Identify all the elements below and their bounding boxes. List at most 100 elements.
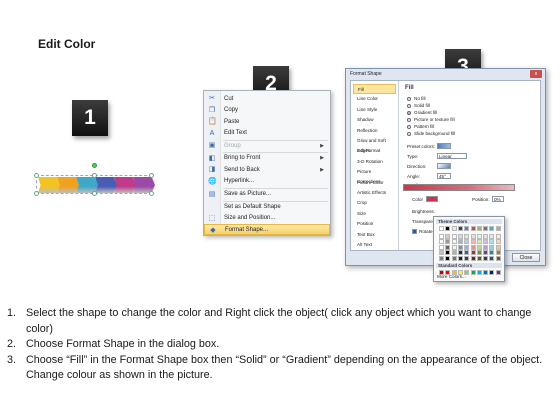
close-icon[interactable]: x [530,70,542,78]
standard-color-swatch[interactable] [445,270,451,275]
color-swatch[interactable] [476,239,482,245]
color-swatch[interactable] [451,256,457,261]
color-swatch[interactable] [483,226,489,231]
color-swatch[interactable] [489,244,495,250]
category-position[interactable]: Position [353,219,396,229]
color-button[interactable] [426,196,438,202]
category-glow-and-soft-edges[interactable]: Glow and Soft Edges [353,136,396,153]
standard-color-swatch[interactable] [495,270,501,275]
category-reflection[interactable]: Reflection [353,126,396,136]
color-swatch[interactable] [470,250,476,256]
menu-item-send-to-back[interactable]: ◨ Send to Back ▶ [204,164,330,175]
menu-item-save-as-picture[interactable]: ▤ Save as Picture... [204,189,330,200]
color-swatch[interactable] [464,233,470,239]
resize-handle[interactable] [149,173,154,178]
category-3-d-format[interactable]: 3-D Format [353,146,396,156]
color-swatch[interactable] [445,256,451,261]
color-swatch[interactable] [464,226,470,231]
color-swatch[interactable] [451,233,457,239]
category-size[interactable]: Size [353,209,396,219]
color-swatch[interactable] [439,250,444,256]
preset-colors-button[interactable] [437,143,451,149]
category-crop[interactable]: Crop [353,198,396,208]
color-swatch[interactable] [457,239,463,245]
color-swatch[interactable] [464,244,470,250]
menu-item-edit-text[interactable]: A Edit Text [204,128,330,139]
color-swatch[interactable] [476,250,482,256]
color-swatch[interactable] [457,226,463,231]
fill-option[interactable]: No fill [407,95,426,102]
fill-option[interactable]: Pattern fill [407,123,434,130]
color-swatch[interactable] [470,244,476,250]
menu-item-format-shape[interactable]: ◆ Format Shape... [204,224,330,236]
category-picture-color[interactable]: Picture Color [353,178,396,188]
color-swatch[interactable] [445,250,451,256]
color-swatch[interactable] [495,226,501,231]
color-swatch[interactable] [457,244,463,250]
standard-color-swatch[interactable] [451,270,457,275]
category-alt-text[interactable]: Alt Text [353,240,396,250]
fill-option[interactable]: Slide background fill [407,130,455,137]
color-swatch[interactable] [495,239,501,245]
radio-button[interactable] [407,124,411,129]
menu-item-set-as-default-shape[interactable]: Set as Default Shape [204,201,330,212]
menu-item-paste[interactable]: 📋 Paste [204,116,330,127]
color-swatch[interactable] [445,226,451,231]
menu-item-copy[interactable]: ❐ Copy [204,105,330,116]
color-swatch[interactable] [489,256,495,261]
resize-handle[interactable] [92,173,97,178]
color-swatch[interactable] [483,233,489,239]
color-swatch[interactable] [439,233,444,239]
category-line-color[interactable]: Line Color [353,94,396,104]
color-swatch[interactable] [457,250,463,256]
color-swatch[interactable] [470,239,476,245]
color-swatch[interactable] [476,233,482,239]
color-swatch[interactable] [476,256,482,261]
color-swatch[interactable] [483,250,489,256]
color-swatch[interactable] [451,250,457,256]
color-swatch[interactable] [470,233,476,239]
color-swatch[interactable] [495,233,501,239]
shape-segment[interactable] [38,177,60,193]
standard-color-swatch[interactable] [483,270,489,275]
color-swatch[interactable] [495,250,501,256]
menu-item-hyperlink[interactable]: 🌐 Hyperlink... [204,176,330,187]
shape-segment[interactable] [95,177,117,193]
color-swatch[interactable] [470,256,476,261]
color-swatch[interactable] [451,244,457,250]
resize-handle[interactable] [34,191,39,196]
color-swatch[interactable] [445,239,451,245]
rotate-handle[interactable] [92,163,97,168]
fill-option[interactable]: Solid fill [407,102,430,109]
color-swatch[interactable] [464,250,470,256]
category-line-style[interactable]: Line Style [353,105,396,115]
standard-color-swatch[interactable] [476,270,482,275]
category-text-box[interactable]: Text Box [353,230,396,240]
menu-item-size-and-position[interactable]: ⬚ Size and Position... [204,213,330,224]
standard-color-swatch[interactable] [457,270,463,275]
standard-color-swatch[interactable] [489,270,495,275]
color-swatch[interactable] [495,244,501,250]
resize-handle[interactable] [149,191,154,196]
color-swatch[interactable] [439,239,444,245]
category-shadow[interactable]: Shadow [353,115,396,125]
color-swatch[interactable] [489,250,495,256]
selected-shape[interactable] [34,163,155,196]
position-input[interactable]: 0% [492,196,504,202]
color-swatch[interactable] [483,244,489,250]
color-swatch[interactable] [439,256,444,261]
color-swatch[interactable] [439,244,444,250]
color-swatch[interactable] [451,239,457,245]
color-swatch[interactable] [457,233,463,239]
category-artistic-effects[interactable]: Artistic Effects [353,188,396,198]
color-swatch[interactable] [483,256,489,261]
rotate-checkbox[interactable] [412,228,417,234]
menu-item-bring-to-front[interactable]: ◧ Bring to Front ▶ [204,153,330,164]
color-swatch[interactable] [489,226,495,231]
menu-item-cut[interactable]: ✂ Cut [204,93,330,104]
color-swatch[interactable] [483,239,489,245]
color-swatch[interactable] [451,226,457,231]
radio-button[interactable] [407,131,411,136]
shape-segment[interactable] [114,177,136,193]
category-3-d-rotation[interactable]: 3-D Rotation [353,157,396,167]
